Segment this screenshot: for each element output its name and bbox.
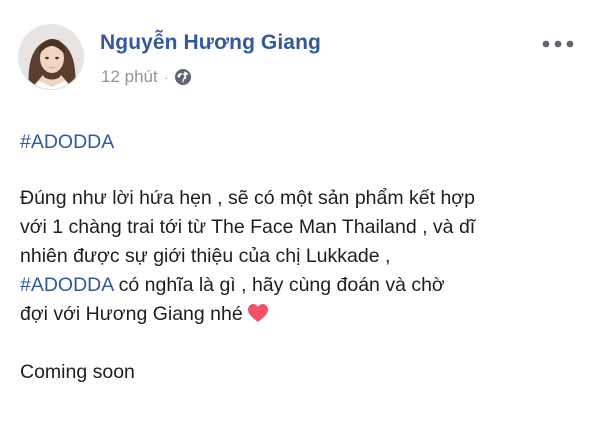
post-timestamp[interactable]: 12 phút [101,67,158,87]
closing-paragraph: Coming soon [20,361,135,383]
message-line-4-text: có nghĩa là gì , hãy cùng đoán và chờ [113,274,445,296]
facebook-post: Nguyễn Hương Giang 12 phút · #ADODDA Đún… [0,0,600,424]
author-name-link[interactable]: Nguyễn Hương Giang [100,31,321,55]
message-line-5: đợi với Hương Giang nhé [20,300,585,329]
message-line-5-text: đợi với Hương Giang nhé [20,303,243,325]
post-message: Đúng như lời hứa hẹn , sẽ có một sản phẩ… [20,184,585,329]
message-line-1: Đúng như lời hứa hẹn , sẽ có một sản phẩ… [20,187,475,209]
avatar-image [19,25,83,89]
more-options-button[interactable] [540,36,576,52]
message-line-4: #ADODDA có nghĩa là gì , hãy cùng đoán v… [20,271,585,300]
more-horizontal-icon [542,40,574,48]
meta-separator: · [163,69,169,85]
hashtag-paragraph: #ADODDA [20,128,585,157]
inline-hashtag-link[interactable]: #ADODDA [20,274,113,296]
author-avatar[interactable] [18,24,84,90]
globe-icon[interactable] [174,68,192,86]
post-body: #ADODDA Đúng như lời hứa hẹn , sẽ có một… [20,128,585,387]
message-line-3: nhiên được sự giới thiệu của chị Lukkade… [20,245,391,267]
message-line-2: với 1 chàng trai tới từ The Face Man Tha… [20,216,476,238]
hashtag-link[interactable]: #ADODDA [20,131,114,153]
post-meta: 12 phút · [101,66,192,88]
heart-icon [247,303,269,323]
